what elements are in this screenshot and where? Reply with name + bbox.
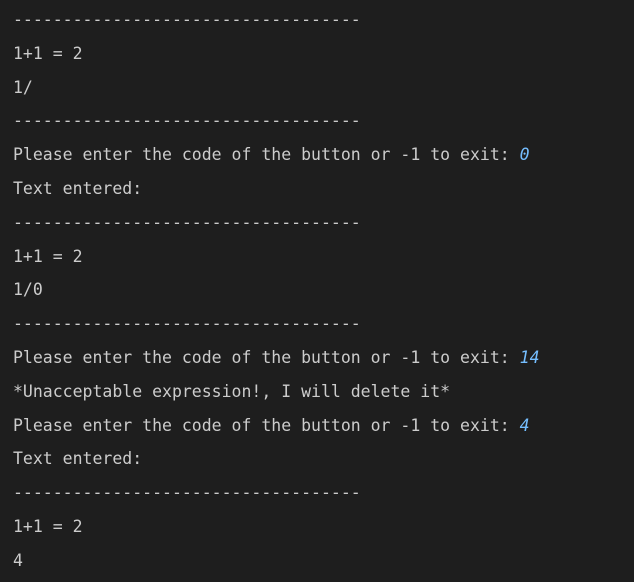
expression-result-line: 1+1 = 2 (13, 246, 83, 266)
prompt-line: Please enter the code of the button or -… (13, 341, 634, 375)
error-message-line: *Unacceptable expression!, I will delete… (13, 381, 451, 401)
separator-line: ----------------------------------- (13, 111, 361, 131)
separator-line: ----------------------------------- (13, 10, 361, 29)
user-input: 4 (519, 415, 530, 435)
expression-result-line: 1+1 = 2 (13, 516, 83, 536)
current-expression-line: 4 (13, 550, 23, 570)
expression-result-line: 1+1 = 2 (13, 43, 83, 63)
terminal-output[interactable]: ----------------------------------- 1+1 … (0, 0, 634, 582)
current-expression-line: 1/ (13, 77, 33, 97)
user-input: 0 (519, 145, 530, 165)
user-input: 14 (519, 347, 540, 367)
prompt-text: Please enter the code of the button or -… (13, 415, 520, 435)
separator-line: ----------------------------------- (13, 212, 361, 232)
text-entered-line: Text entered: (13, 449, 143, 469)
prompt-text: Please enter the code of the button or -… (13, 145, 520, 165)
separator-line: ----------------------------------- (13, 314, 361, 334)
prompt-line: Please enter the code of the button or -… (13, 409, 634, 443)
prompt-text: Please enter the code of the button or -… (13, 347, 520, 367)
current-expression-line: 1/0 (13, 280, 43, 300)
prompt-line: Please enter the code of the button or -… (13, 138, 634, 172)
separator-line: ----------------------------------- (13, 483, 361, 503)
text-entered-line: Text entered: (13, 178, 143, 198)
